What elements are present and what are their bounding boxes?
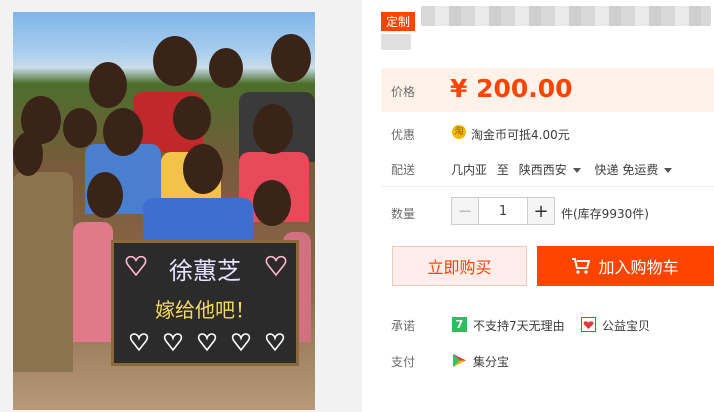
promise-label: 承诺 xyxy=(391,319,416,333)
divider xyxy=(381,186,714,187)
delivery-from: 几内亚 xyxy=(451,163,488,177)
price-value: ¥ 200.00 xyxy=(450,74,573,103)
stock-text: 件(库存9930件) xyxy=(561,207,649,221)
no-return-icon: 7 xyxy=(452,317,467,332)
board-line2: 嫁给他吧！ xyxy=(155,298,255,322)
jifenbao-icon xyxy=(452,353,467,368)
chevron-down-icon[interactable] xyxy=(572,168,581,173)
board-line1: 徐蕙芝 xyxy=(169,257,241,285)
charity-icon xyxy=(581,317,596,332)
product-title-blurred-2 xyxy=(381,34,411,50)
coin-icon: 淘 xyxy=(452,125,466,139)
cart-icon xyxy=(572,258,591,274)
payment-method[interactable]: 集分宝 xyxy=(473,353,509,370)
promise-no-return[interactable]: 不支持7天无理由 xyxy=(473,317,565,334)
payment-label: 支付 xyxy=(391,355,416,369)
product-title-blurred xyxy=(421,6,711,26)
product-photo[interactable]: 徐蕙芝 嫁给他吧！ xyxy=(13,12,315,410)
promise-charity[interactable]: 公益宝贝 xyxy=(602,317,650,334)
price-label: 价格 xyxy=(391,85,416,99)
product-gallery: 徐蕙芝 嫁给他吧！ xyxy=(0,0,362,412)
delivery-to-word: 至 xyxy=(496,163,509,177)
delivery-label: 配送 xyxy=(391,163,416,177)
discount-label: 优惠 xyxy=(391,128,416,142)
custom-tag: 定制 xyxy=(381,12,416,31)
add-to-cart-label: 加入购物车 xyxy=(598,258,679,277)
discount-text: 淘金币可抵4.00元 xyxy=(471,128,570,142)
buy-now-label: 立即购买 xyxy=(427,258,492,277)
quantity-plus-button[interactable]: + xyxy=(527,197,555,225)
delivery-method[interactable]: 快递 免运费 xyxy=(595,163,659,177)
chalkboard: 徐蕙芝 嫁给他吧！ xyxy=(111,240,299,366)
add-to-cart-button[interactable]: 加入购物车 xyxy=(537,246,714,286)
chevron-down-icon[interactable] xyxy=(664,168,673,173)
buy-now-button[interactable]: 立即购买 xyxy=(392,246,527,286)
quantity-label: 数量 xyxy=(391,207,416,221)
quantity-minus-button[interactable]: − xyxy=(451,197,479,225)
quantity-stepper: − 1 + xyxy=(451,197,555,225)
quantity-input[interactable]: 1 xyxy=(479,197,527,225)
delivery-destination[interactable]: 陕西西安 xyxy=(519,163,567,177)
